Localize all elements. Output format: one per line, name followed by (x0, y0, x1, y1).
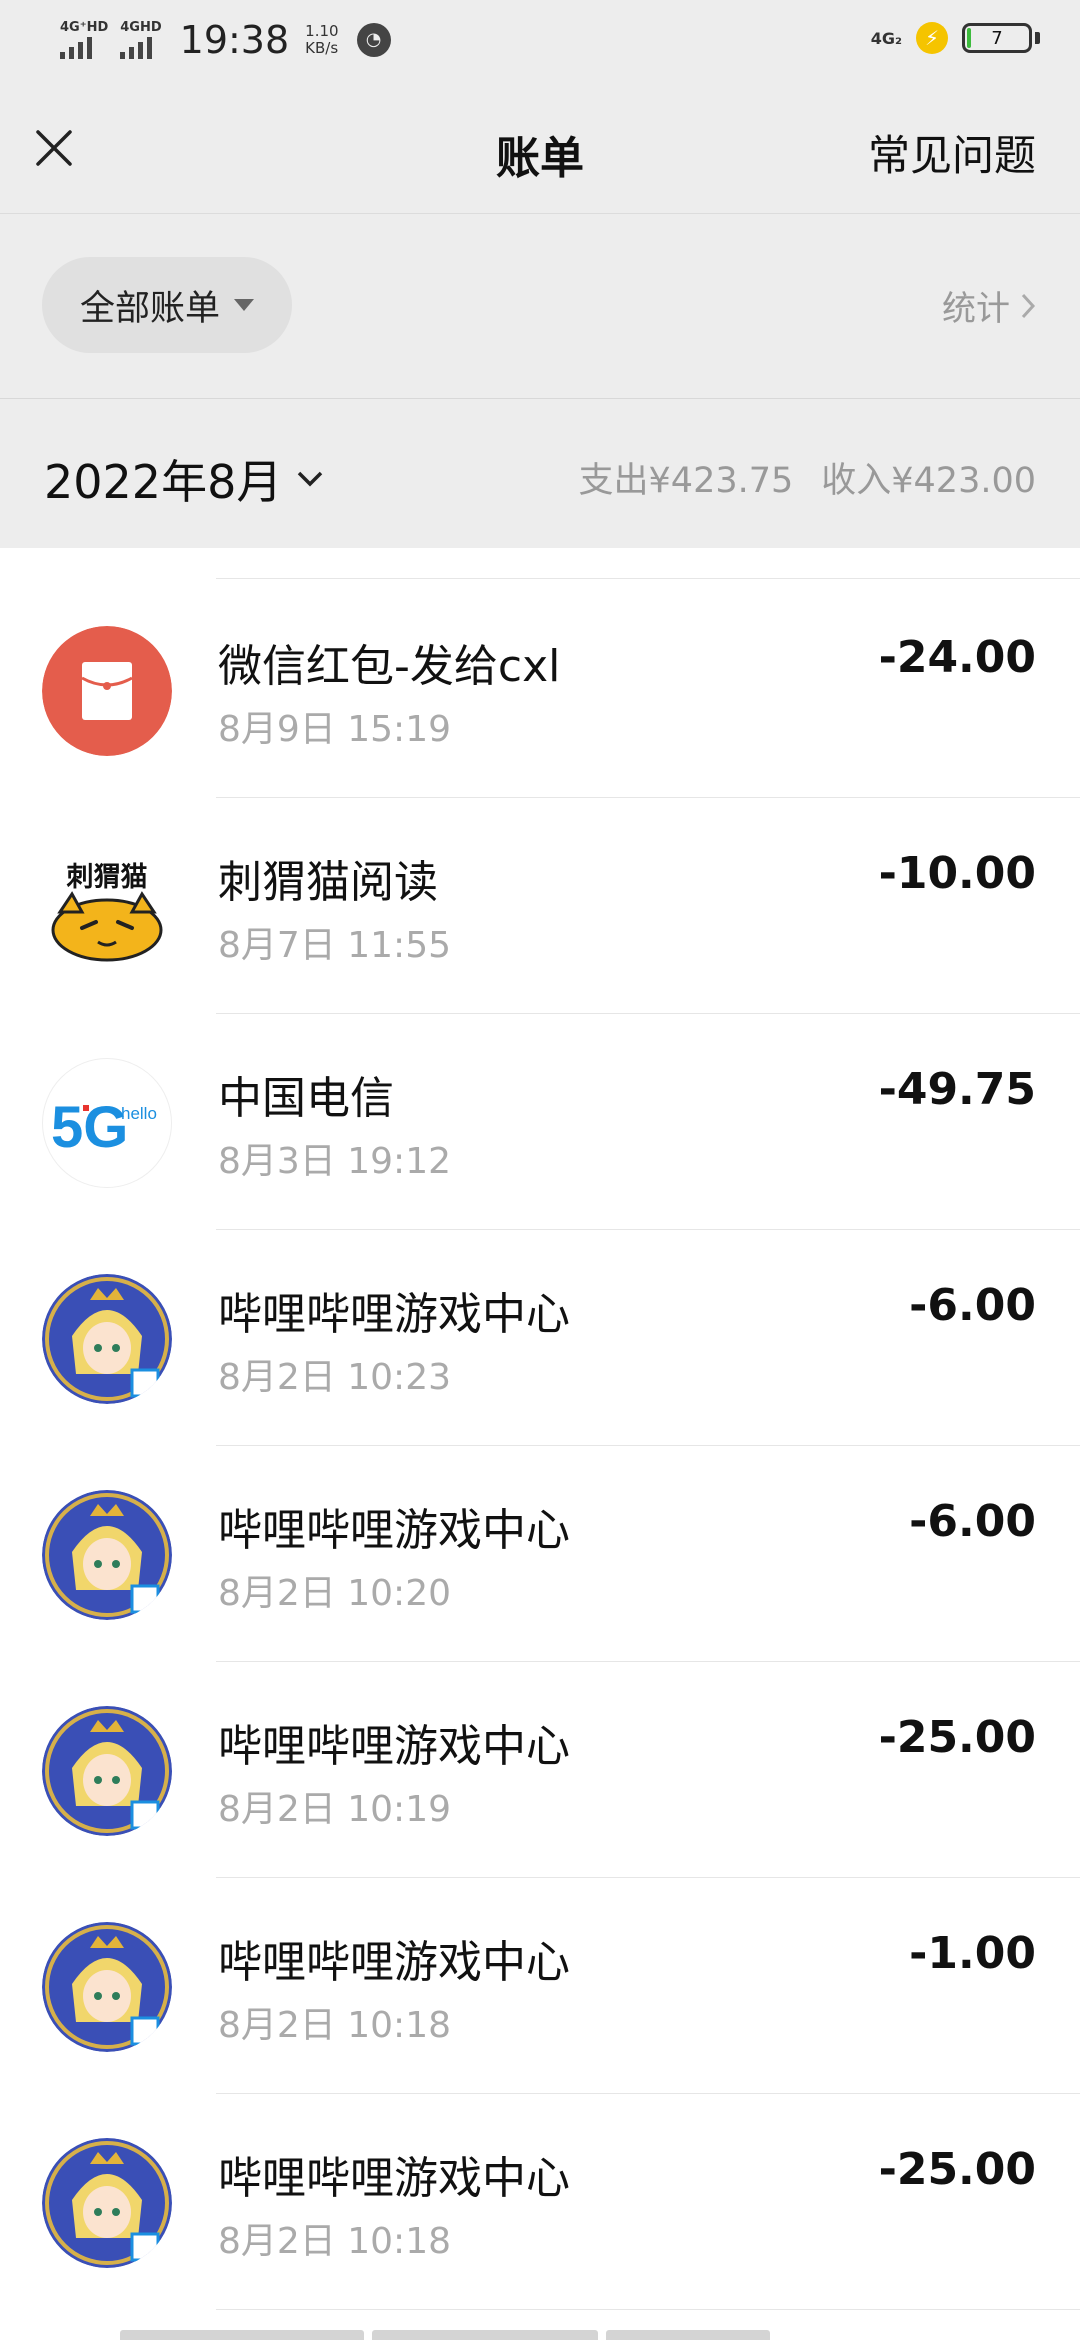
game-avatar (42, 1490, 172, 1620)
stats-link[interactable]: 统计 (942, 281, 1036, 330)
transaction-time: 8月9日 15:19 (218, 709, 451, 750)
caret-down-icon (234, 299, 254, 311)
bill-filter-label: 全部账单 (79, 288, 220, 329)
transaction-row[interactable]: 哔哩哔哩游戏中心 8月2日 10:19 -25.00 (0, 1662, 1080, 1878)
month-label: 2022年8月 (44, 455, 283, 509)
game-avatar (42, 1274, 172, 1404)
transaction-row[interactable]: 5G hello 中国电信 8月3日 19:12 -49.75 (0, 1014, 1080, 1230)
merchant-name: 中国电信 (218, 1073, 394, 1124)
transaction-time: 8月3日 19:12 (218, 1141, 451, 1182)
merchant-name: 哔哩哔哩游戏中心 (218, 1505, 570, 1556)
battery-icon: 7 (962, 23, 1032, 53)
transaction-amount: -25.00 (878, 1712, 1036, 1763)
merchant-name: 哔哩哔哩游戏中心 (218, 2153, 570, 2204)
transaction-time: 8月2日 10:18 (218, 2221, 451, 2262)
notification-icon: ◔ (356, 23, 391, 57)
transaction-time: 8月2日 10:18 (218, 2005, 451, 2046)
signal-1: 4G⁺HD (60, 21, 108, 59)
svg-text:5G: 5G (51, 1095, 128, 1160)
transaction-row[interactable]: 微信红包-发给cxl 8月9日 15:19 -24.00 (0, 582, 1080, 798)
faq-link[interactable]: 常见问题 (868, 122, 1036, 183)
transaction-amount: -1.00 (909, 1928, 1036, 1979)
transaction-list[interactable]: 微信红包-发给cxl 8月9日 15:19 -24.00 刺猬猫 刺猬猫阅读 8… (0, 548, 1080, 2340)
transaction-amount: -6.00 (909, 1280, 1036, 1331)
merchant-name: 刺猬猫阅读 (218, 857, 438, 908)
transaction-row[interactable]: 哔哩哔哩游戏中心 8月2日 10:20 -6.00 (0, 1446, 1080, 1662)
status-time: 19:38 (179, 18, 290, 62)
merchant-name: 微信红包-发给cxl (218, 641, 561, 692)
transaction-amount: -25.00 (878, 2144, 1036, 2195)
5g-hello-logo: 5G hello (42, 1058, 172, 1188)
transaction-row[interactable]: 哔哩哔哩游戏中心 8月2日 10:18 -25.00 (0, 2094, 1080, 2310)
network-speed: 1.10 KB/s (305, 22, 339, 57)
merchant-name: 哔哩哔哩游戏中心 (218, 1937, 570, 1988)
signal-bars-icon (60, 37, 92, 59)
transaction-time: 8月7日 11:55 (218, 925, 451, 966)
transaction-time: 8月2日 10:23 (218, 1357, 451, 1398)
filter-bar: 全部账单 统计 (0, 215, 1080, 399)
transaction-time: 8月2日 10:19 (218, 1789, 451, 1830)
bill-filter-dropdown[interactable]: 全部账单 (42, 257, 292, 353)
chevron-down-icon (296, 470, 324, 488)
transaction-amount: -10.00 (878, 848, 1036, 899)
signal-2: 4GHD (120, 21, 162, 59)
month-picker[interactable]: 2022年8月 (44, 446, 324, 512)
transaction-amount: -6.00 (909, 1496, 1036, 1547)
merchant-name: 哔哩哔哩游戏中心 (218, 1289, 570, 1340)
status-bar: 4G⁺HD 4GHD 19:38 1.10 KB/s ◔ 4G₂ ⚡ 7 (0, 0, 1080, 86)
transaction-row[interactable]: 刺猬猫 刺猬猫阅读 8月7日 11:55 -10.00 (0, 798, 1080, 1014)
charging-bolt-icon: ⚡ (916, 22, 948, 54)
signal-bars-icon (120, 37, 153, 59)
ciweimao-logo: 刺猬猫 (42, 842, 172, 972)
expense-total: 支出¥423.75 (578, 461, 794, 501)
transaction-time: 8月2日 10:20 (218, 1573, 451, 1614)
merchant-name: 哔哩哔哩游戏中心 (218, 1721, 570, 1772)
game-avatar (42, 1706, 172, 1836)
chevron-right-icon (1020, 292, 1036, 320)
income-total: 收入¥423.00 (821, 461, 1036, 501)
transaction-amount: -49.75 (878, 1064, 1036, 1115)
transaction-row[interactable]: 哔哩哔哩游戏中心 8月2日 10:23 -6.00 (0, 1230, 1080, 1446)
nav-bar: 账单 常见问题 (0, 86, 1080, 214)
month-header: 2022年8月 支出¥423.75 收入¥423.00 (0, 400, 1080, 548)
svg-text:刺猬猫: 刺猬猫 (67, 862, 148, 893)
svg-text:hello: hello (121, 1104, 157, 1123)
transaction-row[interactable]: 哔哩哔哩游戏中心 8月2日 10:18 -1.00 (0, 1878, 1080, 2094)
loading-placeholder (120, 2330, 770, 2340)
game-avatar (42, 1922, 172, 2052)
red-packet-icon (42, 626, 172, 756)
game-avatar (42, 2138, 172, 2268)
transaction-amount: -24.00 (878, 632, 1036, 683)
network-type: 4G₂ (870, 28, 902, 48)
month-summary: 支出¥423.75 收入¥423.00 (579, 452, 1036, 503)
